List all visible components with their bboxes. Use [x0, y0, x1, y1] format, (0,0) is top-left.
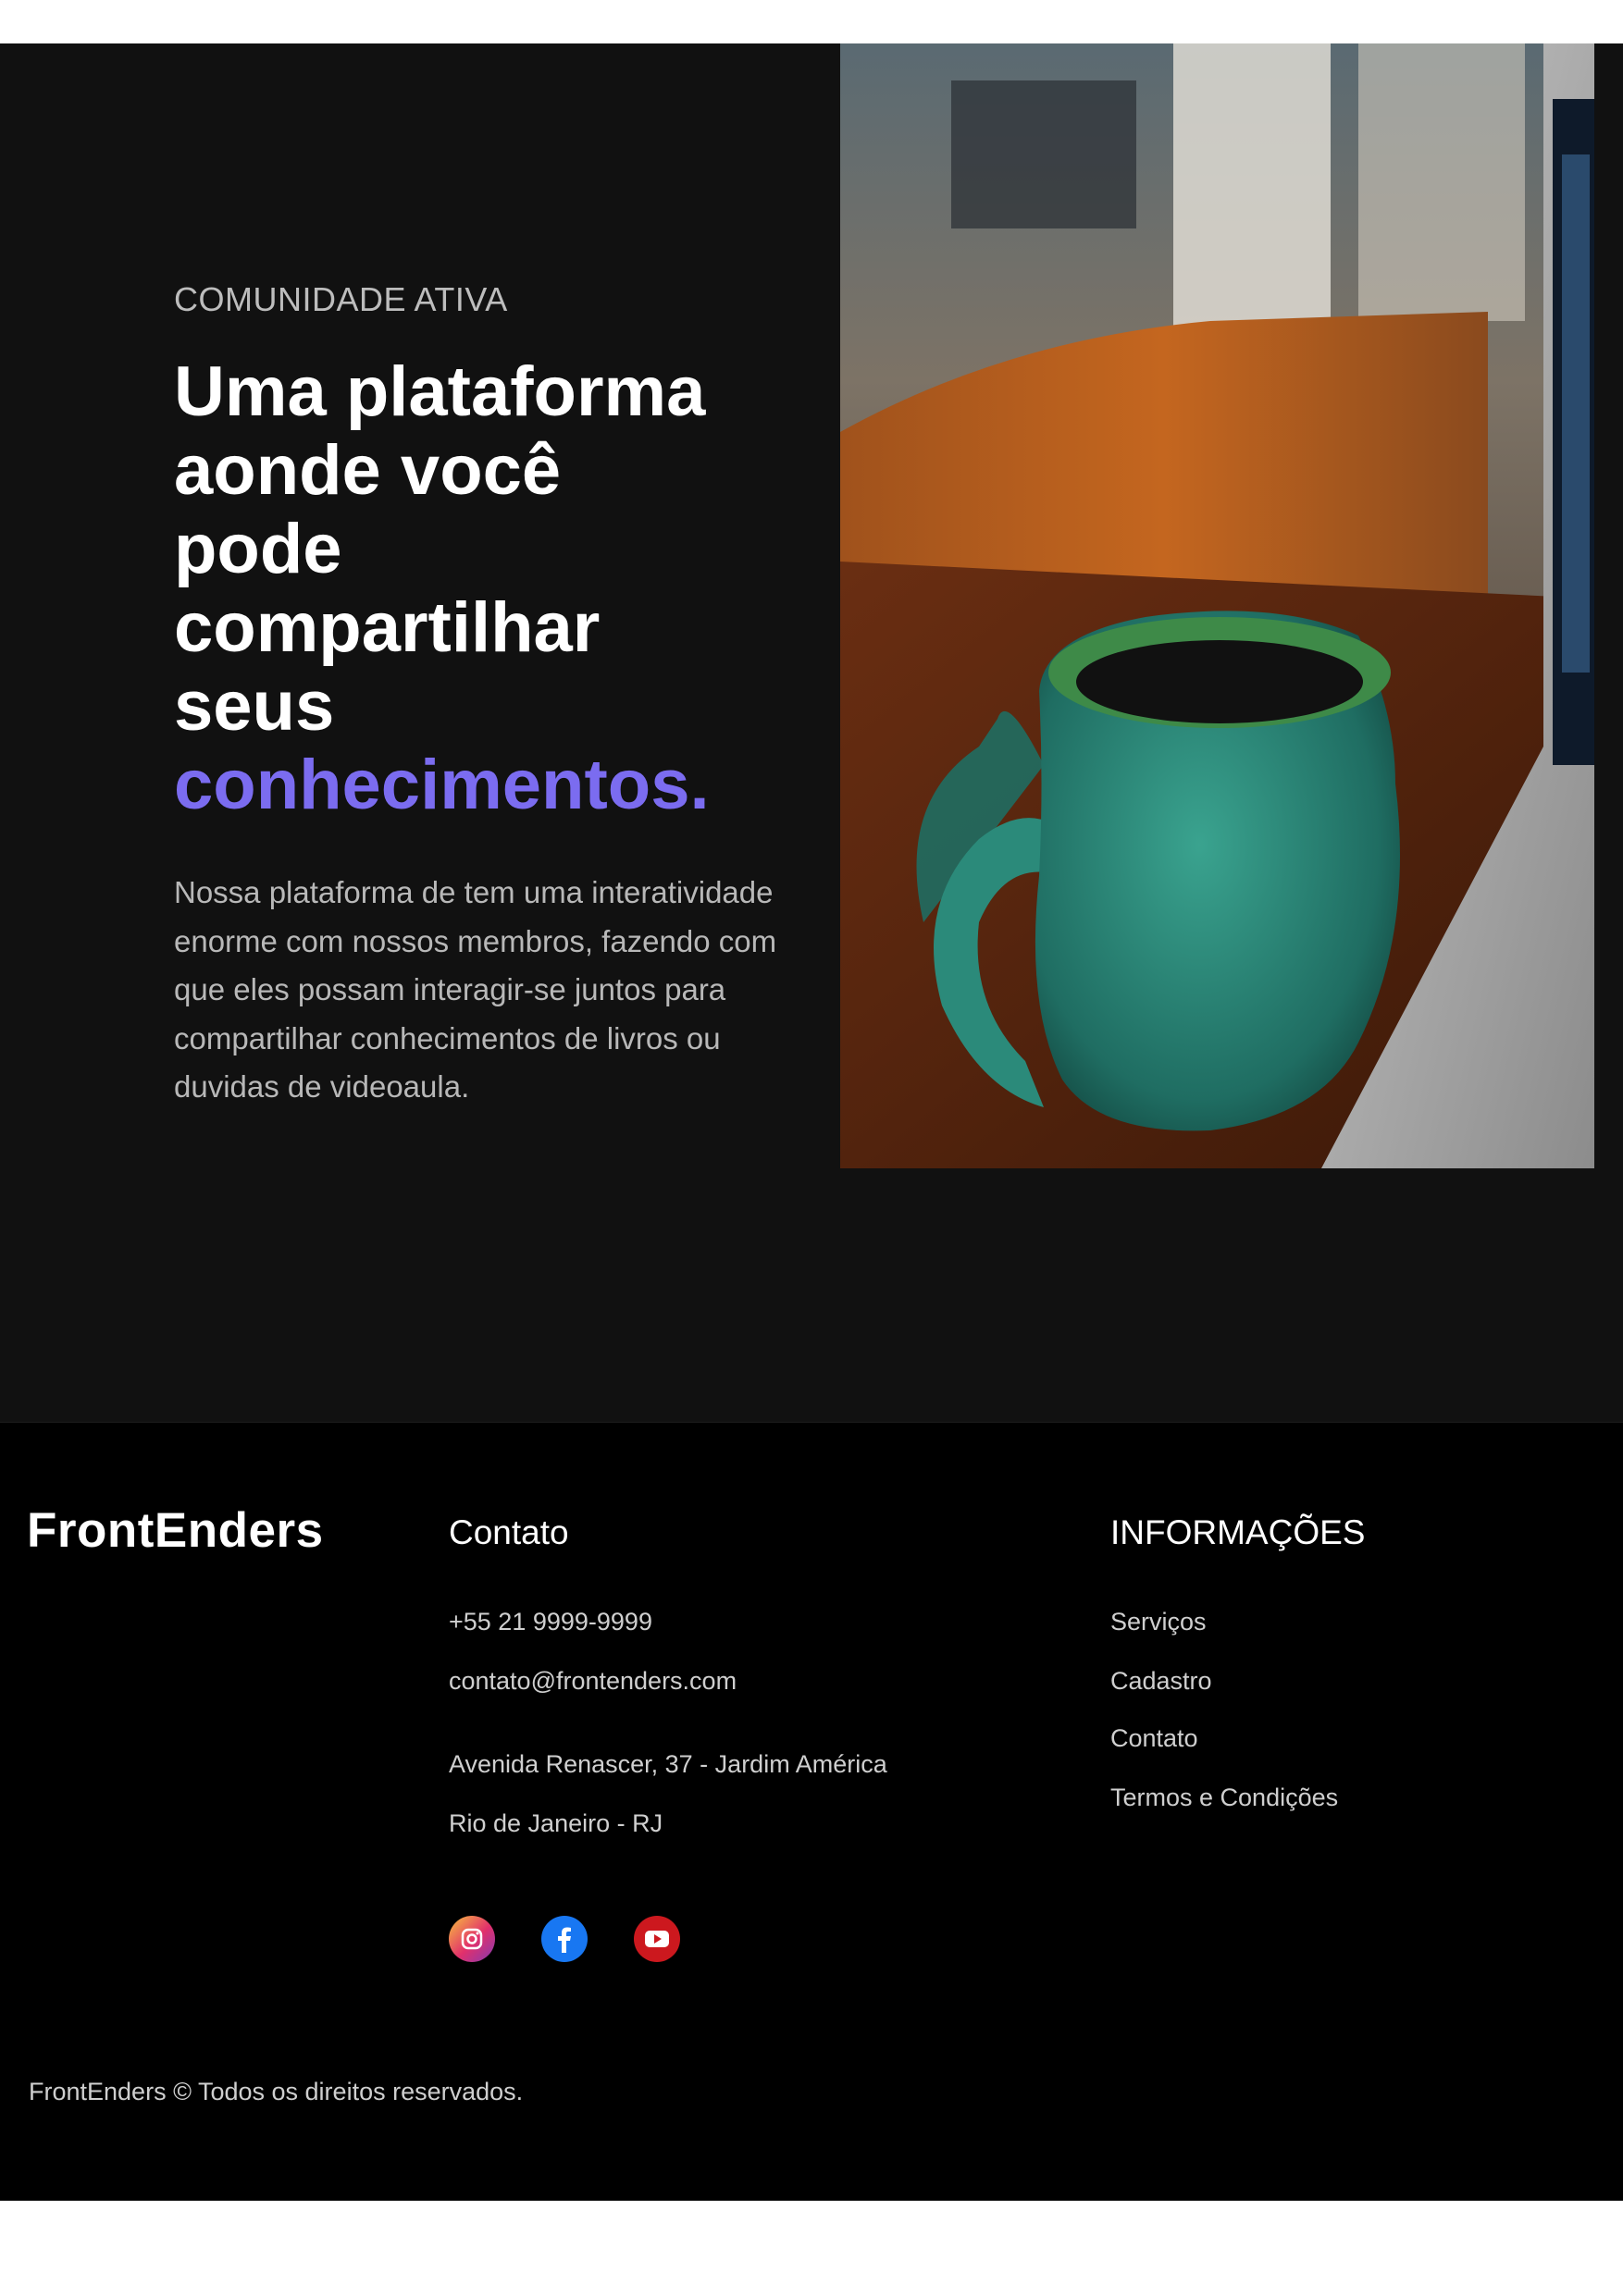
footer-link-servicos[interactable]: Serviços: [1110, 1608, 1207, 1636]
facebook-icon: [558, 1927, 571, 1953]
hero-description: Nossa plataforma de tem uma interativida…: [174, 875, 777, 1105]
youtube-link[interactable]: [634, 1916, 680, 1962]
footer-link-cadastro[interactable]: Cadastro: [1110, 1667, 1212, 1696]
footer-address-line1: Avenida Renascer, 37 - Jardim América: [449, 1750, 887, 1778]
headline-accent: conhecimentos.: [174, 746, 710, 824]
instagram-icon: [461, 1928, 483, 1950]
hero-headline: Uma plataforma aonde você pode compartil…: [174, 352, 785, 824]
footer-link-termos[interactable]: Termos e Condições: [1110, 1784, 1338, 1812]
hero-eyebrow: COMUNIDADE ATIVA: [174, 280, 508, 318]
footer-brand-logo[interactable]: FrontEnders: [27, 1502, 324, 1559]
hero-photo-mug: [840, 43, 1594, 1168]
footer-phone-link[interactable]: +55 21 9999-9999: [449, 1608, 652, 1636]
instagram-link[interactable]: [449, 1916, 495, 1962]
footer-copyright: FrontEnders © Todos os direitos reservad…: [29, 2078, 524, 2105]
headline-line: pode: [174, 510, 342, 588]
footer-link-contato[interactable]: Contato: [1110, 1724, 1198, 1753]
footer-email-link[interactable]: contato@frontenders.com: [449, 1667, 737, 1696]
hero-section: COMUNIDADE ATIVA Uma plataforma aonde vo…: [0, 43, 1623, 1422]
footer-info-title: INFORMAÇÕES: [1110, 1513, 1366, 1551]
footer-address-line2: Rio de Janeiro - RJ: [449, 1809, 663, 1837]
footer-contact-title: Contato: [449, 1513, 569, 1551]
youtube-icon: [645, 1931, 669, 1947]
headline-line: Uma plataforma: [174, 352, 706, 431]
headline-line: aonde você: [174, 431, 562, 510]
facebook-link[interactable]: [541, 1916, 588, 1962]
mug-photo-illustration: [840, 43, 1594, 1168]
headline-line: compartilhar: [174, 588, 601, 667]
headline-line: seus: [174, 667, 335, 746]
site-footer: FrontEnders Contato +55 21 9999-9999 con…: [0, 1422, 1623, 2201]
